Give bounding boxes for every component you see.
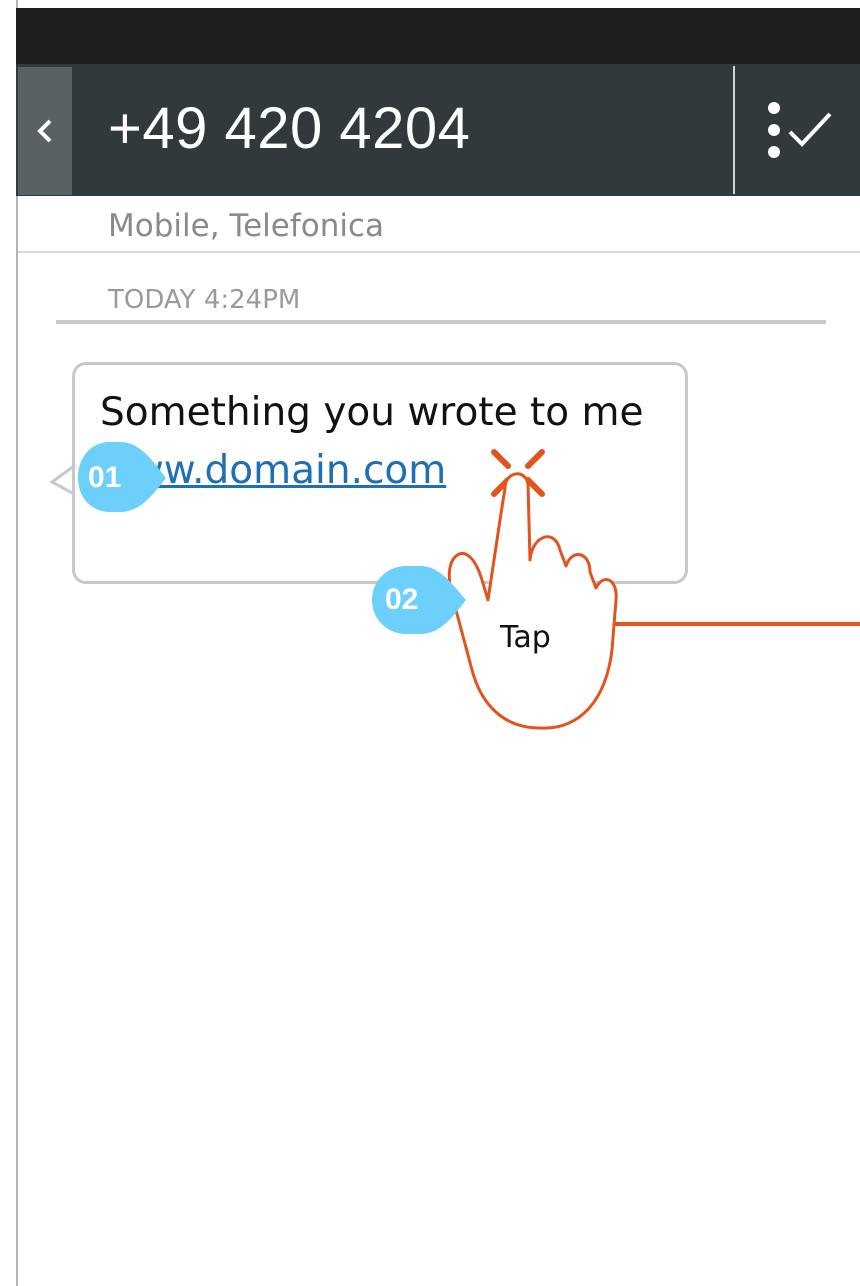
annotation-overlay (78, 442, 860, 730)
hand-tap-icon (447, 472, 618, 730)
badge-01-label: 01 (88, 461, 122, 494)
tap-gesture-label: Tap (500, 620, 551, 655)
badge-02-label: 02 (385, 583, 419, 616)
